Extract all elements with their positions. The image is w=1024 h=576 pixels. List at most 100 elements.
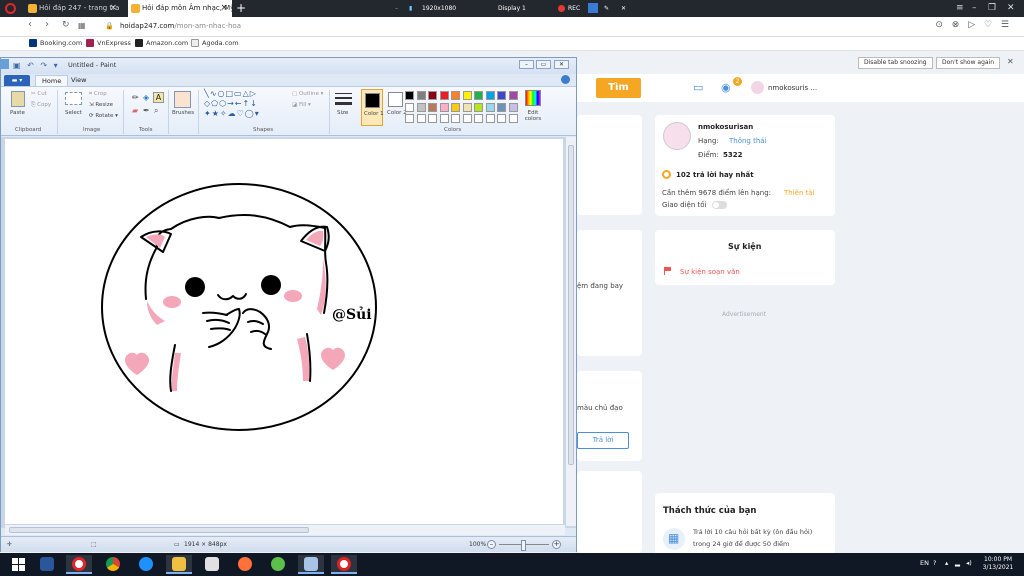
taskbar-word[interactable]	[34, 555, 60, 574]
taskbar-clock[interactable]: 10:00 PM 3/13/2021	[978, 556, 1018, 572]
palette-swatch[interactable]	[485, 114, 495, 123]
text-icon[interactable]: A	[153, 92, 164, 103]
taskbar-ie[interactable]	[133, 555, 159, 574]
drawing-canvas[interactable]: @Sủi	[5, 139, 563, 524]
close-recorder-icon[interactable]: ✕	[621, 0, 626, 17]
close-tab-icon[interactable]: ×	[109, 0, 117, 17]
palette-swatch[interactable]	[462, 91, 472, 100]
palette-swatch[interactable]	[508, 102, 518, 112]
bookmark-vnexpress[interactable]: VnExpress	[86, 39, 131, 47]
palette-swatch[interactable]	[405, 114, 414, 123]
maximize-icon[interactable]: ❐	[988, 0, 996, 17]
size-button[interactable]: Size	[337, 110, 348, 116]
pencil-icon[interactable]: ✏	[132, 93, 139, 102]
palette-swatch[interactable]	[416, 102, 426, 112]
profile-username[interactable]: nmokosurisan	[698, 123, 753, 131]
help-tray-icon[interactable]: ?	[933, 559, 936, 567]
forward-icon[interactable]: ›	[45, 19, 49, 30]
cut-button[interactable]: ✂ Cut	[31, 91, 47, 97]
pen-icon[interactable]: ✎	[604, 0, 609, 17]
tabs-grid-icon[interactable]: ▦	[78, 21, 86, 30]
dont-show-again-button[interactable]: Don't show again	[936, 57, 1001, 69]
language-indicator[interactable]: EN	[920, 559, 929, 567]
paint-file-menu-button[interactable]: ▬ ▾	[4, 75, 30, 86]
paint-close-button[interactable]: ✕	[554, 60, 569, 69]
quick-access-toolbar[interactable]: ▣ ↶ ↷ ▾	[13, 61, 60, 70]
palette-swatch[interactable]	[508, 91, 518, 100]
eraser-icon[interactable]: ▰	[132, 106, 138, 115]
back-icon[interactable]: ‹	[28, 19, 32, 30]
palette-swatch[interactable]	[428, 114, 437, 123]
header-avatar[interactable]	[751, 81, 764, 94]
palette-swatch[interactable]	[439, 91, 449, 100]
close-window-icon[interactable]: ✕	[1007, 0, 1015, 17]
palette-swatch[interactable]	[462, 114, 472, 123]
paint-maximize-button[interactable]: ▭	[536, 60, 551, 69]
zoom-in-button[interactable]: +	[552, 540, 561, 549]
shapes-row-1[interactable]: ╲∿○□▭△▷	[204, 89, 257, 98]
palette-swatch[interactable]	[474, 114, 483, 123]
select-icon[interactable]	[65, 92, 82, 105]
header-username[interactable]: nmokosuris ...	[768, 84, 817, 92]
reload-icon[interactable]: ↻	[62, 20, 70, 30]
minimize-recorder-icon[interactable]: –	[395, 0, 398, 17]
windows-start-icon[interactable]	[12, 558, 25, 571]
palette-swatch[interactable]	[474, 102, 483, 112]
new-tab-button[interactable]: +	[236, 0, 246, 16]
palette-swatch[interactable]	[451, 114, 460, 123]
palette-swatch[interactable]	[439, 114, 449, 123]
shapes-row-3[interactable]: ✦★✧☁♡◯▾	[204, 109, 260, 118]
recorder-square-icon[interactable]	[588, 3, 598, 13]
browser-tab-1[interactable]: Hỏi đáp 247 - trang tra lời ×	[25, 0, 121, 17]
microphone-icon[interactable]: ▮	[409, 0, 412, 17]
vertical-scrollbar[interactable]	[565, 137, 576, 526]
taskbar-opera[interactable]	[66, 555, 92, 574]
taskbar-media[interactable]	[199, 555, 225, 574]
crop-button[interactable]: ⌗ Crop	[89, 91, 107, 98]
paint-minimize-button[interactable]: –	[519, 60, 534, 69]
edit-colors-icon[interactable]	[525, 90, 541, 106]
magnifier-icon[interactable]: ⌕	[154, 106, 158, 116]
search-button[interactable]: Tìm	[596, 78, 641, 98]
volume-icon[interactable]: ◂)	[966, 559, 972, 567]
zoom-out-button[interactable]: –	[487, 540, 496, 549]
taskbar-chrome[interactable]	[100, 555, 126, 574]
palette-swatch[interactable]	[451, 102, 460, 112]
palette-swatch[interactable]	[508, 114, 518, 123]
taskbar-explorer[interactable]	[166, 555, 192, 574]
edit-colors-button[interactable]: Edit colors	[523, 110, 543, 122]
dismiss-close-icon[interactable]: ✕	[1007, 57, 1014, 66]
fill-icon[interactable]: ◈	[143, 93, 149, 102]
minimize-icon[interactable]: –	[972, 0, 977, 17]
palette-swatch[interactable]	[474, 91, 483, 100]
paste-icon[interactable]	[11, 91, 25, 107]
fill-button[interactable]: ◪ Fill ▾	[292, 102, 311, 108]
bookmark-amazon[interactable]: Amazon.com	[135, 39, 188, 47]
browser-tab-2[interactable]: Hỏi đáp môn Âm nhạc, Mỹ ×	[128, 0, 232, 17]
taskbar-recorder[interactable]	[331, 555, 357, 574]
opera-logo-icon[interactable]	[5, 3, 16, 14]
paint-title-bar[interactable]: ▣ ↶ ↷ ▾ Untitled - Paint – ▭ ✕	[0, 58, 576, 74]
palette-swatch[interactable]	[485, 102, 495, 112]
outline-button[interactable]: ▢ Outline ▾	[292, 91, 323, 97]
palette-swatch[interactable]	[485, 91, 495, 100]
tab-home[interactable]: Home	[35, 75, 69, 86]
resize-button[interactable]: ⇲ Resize	[89, 102, 113, 108]
close-tab-icon[interactable]: ×	[220, 0, 228, 17]
taskbar-app-green[interactable]	[265, 555, 291, 574]
bookmark-agoda[interactable]: Agoda.com	[191, 39, 239, 47]
network-icon[interactable]: ▂	[955, 559, 960, 567]
bookmark-booking[interactable]: Booking.com	[29, 39, 82, 47]
bell-icon[interactable]: ◉	[721, 81, 731, 94]
profile-avatar[interactable]	[663, 122, 691, 150]
palette-swatch[interactable]	[428, 91, 437, 100]
tab-view[interactable]: View	[65, 75, 92, 86]
address-bar-actions[interactable]: ⊙ ⊗ ▷ ♡ ☰	[935, 20, 1012, 30]
window-menu-icon[interactable]: ≡	[956, 0, 964, 17]
palette-swatch[interactable]	[428, 102, 437, 112]
event-link[interactable]: Sự kiện soạn văn	[680, 268, 740, 276]
tray-overflow-icon[interactable]: ▴	[945, 559, 948, 567]
palette-swatch[interactable]	[416, 114, 426, 123]
copy-button[interactable]: ⎘ Copy	[31, 102, 51, 109]
help-icon[interactable]	[561, 75, 570, 84]
